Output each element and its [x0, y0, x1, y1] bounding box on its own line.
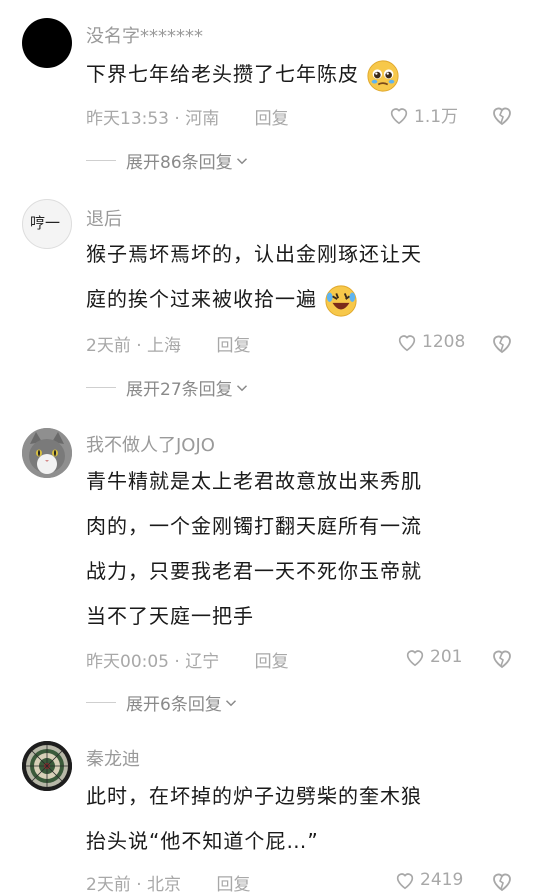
like-button[interactable]: 1208 — [396, 331, 465, 353]
comment-meta: 昨天13:53 · 河南 回复 — [86, 104, 289, 129]
comment-text-line: 当不了天庭一把手 — [86, 604, 254, 628]
chevron-down-icon — [225, 699, 236, 706]
comment-text-line: 青牛精就是太上老君故意放出来秀肌 — [86, 469, 422, 493]
reply-button[interactable]: 回复 — [255, 109, 289, 129]
comment-location: 辽宁 — [185, 652, 220, 672]
comment-time: 2天前 — [86, 875, 131, 895]
comment-text: 下界七年给老头攒了七年陈皮 — [86, 52, 516, 97]
comment-text-line: 下界七年给老头攒了七年陈皮 — [86, 62, 359, 86]
divider — [86, 702, 116, 703]
expand-label: 展开86条回复 — [126, 153, 233, 173]
comment-location: 上海 — [147, 336, 182, 356]
like-count: 1.1万 — [414, 107, 459, 127]
broken-heart-icon[interactable] — [490, 646, 514, 670]
divider — [86, 387, 116, 388]
cat-avatar-image — [22, 428, 72, 478]
avatar[interactable] — [22, 428, 72, 478]
expand-replies[interactable]: 展开6条回复 — [86, 690, 240, 715]
heart-icon — [406, 650, 424, 667]
meta-separator: · — [174, 109, 180, 129]
comment-text-line: 此时，在坏掉的炉子边劈柴的奎木狼 — [86, 784, 422, 808]
expand-label: 展开6条回复 — [126, 695, 222, 715]
chevron-down-icon — [236, 384, 247, 391]
comment-time: 昨天13:53 — [86, 109, 169, 129]
broken-heart-icon[interactable] — [490, 869, 514, 893]
avatar[interactable] — [22, 18, 72, 68]
comment-meta: 2天前 · 上海 回复 — [86, 331, 250, 356]
comment-username[interactable]: 秦龙迪 — [86, 745, 140, 771]
comment-username[interactable]: 我不做人了JOJO — [86, 431, 215, 457]
meta-separator: · — [136, 336, 142, 356]
comment-text: 猴子焉坏焉坏的，认出金刚琢还让天 庭的挨个过来被收拾一遍 — [86, 232, 516, 322]
avatar[interactable]: 哼一 — [22, 199, 72, 249]
like-button[interactable]: 1.1万 — [388, 102, 458, 127]
expand-label: 展开27条回复 — [126, 380, 233, 400]
comment-text-line: 战力，只要我老君一天不死你玉帝就 — [86, 559, 422, 583]
comment-location: 北京 — [147, 875, 182, 895]
reply-button[interactable]: 回复 — [216, 875, 250, 895]
dartboard-avatar-image — [22, 741, 72, 791]
pleading-face-emoji — [367, 59, 399, 92]
avatar[interactable] — [22, 741, 72, 791]
comment-text-line-row: 庭的挨个过来被收拾一遍 — [86, 277, 516, 322]
like-count: 1208 — [422, 332, 466, 352]
meta-separator: · — [136, 875, 142, 895]
comment-text-line: 抬头说“他不知道个屁…” — [86, 829, 319, 853]
heart-icon — [396, 873, 414, 890]
expand-replies[interactable]: 展开86条回复 — [86, 148, 251, 173]
comment-location: 河南 — [185, 109, 220, 129]
comment-text: 此时，在坏掉的炉子边劈柴的奎木狼 抬头说“他不知道个屁…” — [86, 774, 516, 864]
rolling-laughing-emoji — [325, 284, 357, 317]
like-button[interactable]: 201 — [404, 646, 462, 668]
heart-icon — [398, 335, 416, 352]
comment-time: 2天前 — [86, 336, 131, 356]
comment-meta: 昨天00:05 · 辽宁 回复 — [86, 647, 289, 672]
comment-text-line: 庭的挨个过来被收拾一遍 — [86, 287, 317, 311]
comment-username[interactable]: 没名字******* — [86, 22, 203, 48]
like-count: 201 — [430, 647, 463, 667]
reply-button[interactable]: 回复 — [255, 652, 289, 672]
expand-replies[interactable]: 展开27条回复 — [86, 375, 251, 400]
reply-button[interactable]: 回复 — [216, 336, 250, 356]
chevron-down-icon — [236, 157, 247, 164]
divider — [86, 160, 116, 161]
comment-text: 青牛精就是太上老君故意放出来秀肌 肉的，一个金刚镯打翻天庭所有一流 战力，只要我… — [86, 459, 516, 639]
heart-icon — [390, 107, 408, 124]
broken-heart-icon[interactable] — [490, 331, 514, 355]
comment-text-line: 猴子焉坏焉坏的，认出金刚琢还让天 — [86, 242, 422, 266]
broken-heart-icon[interactable] — [490, 103, 514, 127]
avatar-calligraphy: 哼一 — [30, 214, 61, 232]
comment-text-line: 肉的，一个金刚镯打翻天庭所有一流 — [86, 514, 422, 538]
comment-meta: 2天前 · 北京 回复 — [86, 870, 250, 895]
comment-username[interactable]: 退后 — [86, 205, 122, 231]
like-button[interactable]: 2419 — [394, 869, 463, 891]
comment-time: 昨天00:05 — [86, 652, 169, 672]
meta-separator: · — [174, 652, 180, 672]
like-count: 2419 — [420, 870, 464, 890]
